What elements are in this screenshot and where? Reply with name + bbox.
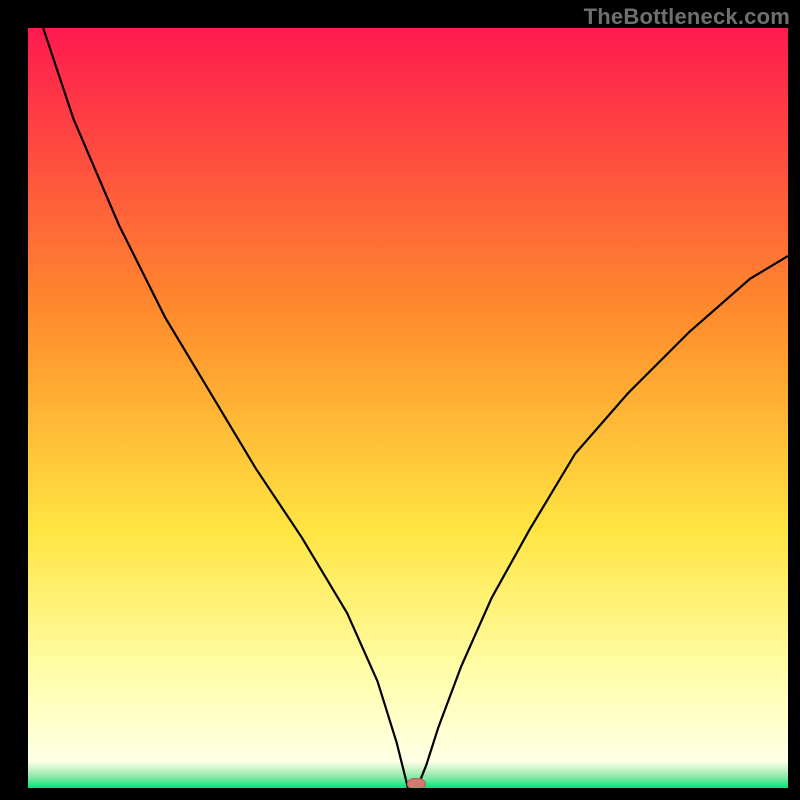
chart-gradient-bg	[28, 28, 788, 788]
optimum-marker	[407, 779, 425, 789]
watermark-label: TheBottleneck.com	[584, 4, 790, 30]
bottleneck-chart	[28, 28, 788, 788]
chart-frame: { "watermark": "TheBottleneck.com", "col…	[0, 0, 800, 800]
